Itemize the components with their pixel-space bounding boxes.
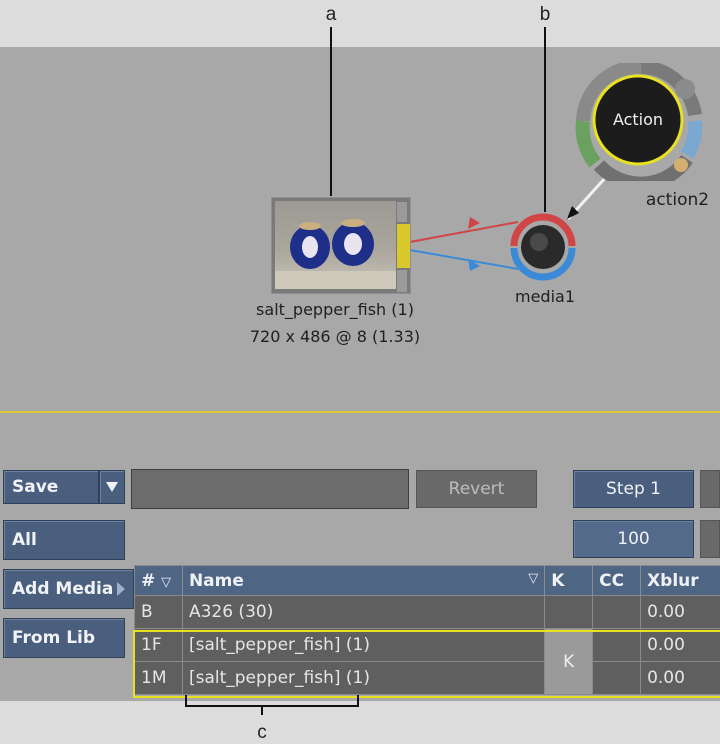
table-row[interactable]: 1M [salt_pepper_fish] (1) 0.00 xyxy=(134,661,720,695)
table-row[interactable]: 1F [salt_pepper_fish] (1) K 0.00 xyxy=(134,628,720,695)
red-link-arrow xyxy=(468,217,480,229)
media-node-label: media1 xyxy=(514,287,575,306)
cell-name: [salt_pepper_fish] (1) xyxy=(181,628,546,662)
clip-output-socket[interactable] xyxy=(397,224,410,268)
value-label: 100 xyxy=(617,529,650,549)
save-dropdown-button[interactable] xyxy=(99,470,125,504)
callout-c: c xyxy=(257,722,267,743)
revert-button[interactable]: Revert xyxy=(416,470,537,508)
cell-num: B xyxy=(134,595,183,629)
step-label: Step 1 xyxy=(606,479,661,499)
sort-icon: ▽ xyxy=(528,570,539,586)
value-field-2[interactable] xyxy=(700,520,720,558)
callout-c-bracket xyxy=(185,695,359,715)
cell-xblur: 0.00 xyxy=(640,628,720,662)
column-header-k[interactable]: K xyxy=(544,565,594,596)
clip-thumbnail xyxy=(275,201,396,289)
value-field[interactable]: 100 xyxy=(573,520,694,558)
setup-name-field[interactable] xyxy=(131,469,409,509)
cell-xblur: 0.00 xyxy=(640,661,720,695)
cell-name: A326 (30) xyxy=(181,595,546,629)
save-button[interactable]: Save xyxy=(3,470,99,504)
table-header-row: # ▽ Name ▽ K CC Xblur xyxy=(134,565,720,596)
callout-a-line xyxy=(330,27,332,196)
all-button[interactable]: All xyxy=(3,520,125,560)
sort-icon: ▽ xyxy=(161,574,172,590)
cell-k xyxy=(544,595,594,629)
cell-k[interactable]: K xyxy=(544,628,594,695)
cell-xblur: 0.00 xyxy=(640,595,720,629)
blue-link-line xyxy=(409,249,519,270)
schematic-canvas[interactable]: salt_pepper_fish (1) 720 x 486 @ 8 (1.33… xyxy=(0,47,720,411)
column-header-name[interactable]: Name ▽ xyxy=(181,565,546,596)
cell-cc xyxy=(592,661,642,695)
save-label: Save xyxy=(12,477,59,497)
revert-label: Revert xyxy=(448,479,505,499)
clip-resolution-label: 720 x 486 @ 8 (1.33) xyxy=(249,327,421,346)
clip-node[interactable] xyxy=(271,197,411,294)
next-step-button[interactable] xyxy=(700,470,720,508)
step-button[interactable]: Step 1 xyxy=(573,470,694,508)
column-header-num[interactable]: # ▽ xyxy=(134,565,183,596)
table-row[interactable]: B A326 (30) 0.00 xyxy=(134,595,720,629)
top-margin xyxy=(0,0,720,47)
action-button-label[interactable]: Action xyxy=(600,110,676,129)
action-node-label: action2 xyxy=(645,190,710,210)
add-media-label: Add Media xyxy=(12,579,114,599)
cell-name: [salt_pepper_fish] (1) xyxy=(181,661,546,695)
callout-a: a xyxy=(325,4,337,25)
clip-name-label: salt_pepper_fish (1) xyxy=(256,300,414,319)
media-node[interactable] xyxy=(508,212,578,282)
from-lib-button[interactable]: From Lib xyxy=(3,618,125,658)
cell-cc xyxy=(592,595,642,629)
cell-num: 1F xyxy=(134,628,183,662)
cell-num: 1M xyxy=(134,661,183,695)
all-label: All xyxy=(12,530,37,550)
callout-b-line xyxy=(544,27,546,212)
cell-cc xyxy=(592,628,642,662)
media-table: # ▽ Name ▽ K CC Xblur B A326 (30) 0.00 1F… xyxy=(134,565,720,695)
chevron-down-icon xyxy=(106,482,118,492)
chevron-right-icon xyxy=(117,582,126,596)
from-lib-label: From Lib xyxy=(12,628,96,648)
media-panel: Save Revert Step 1 All 100 Add Media Fro… xyxy=(0,413,720,701)
add-media-button[interactable]: Add Media xyxy=(3,569,134,609)
column-header-cc[interactable]: CC xyxy=(592,565,642,596)
red-link-line xyxy=(409,221,519,243)
callout-b: b xyxy=(539,4,551,25)
clip-output-tab-bottom xyxy=(397,270,407,292)
clip-output-tab-top xyxy=(397,202,407,222)
salt-pepper-shakers-image xyxy=(275,219,396,289)
column-header-xblur[interactable]: Xblur xyxy=(640,565,720,596)
